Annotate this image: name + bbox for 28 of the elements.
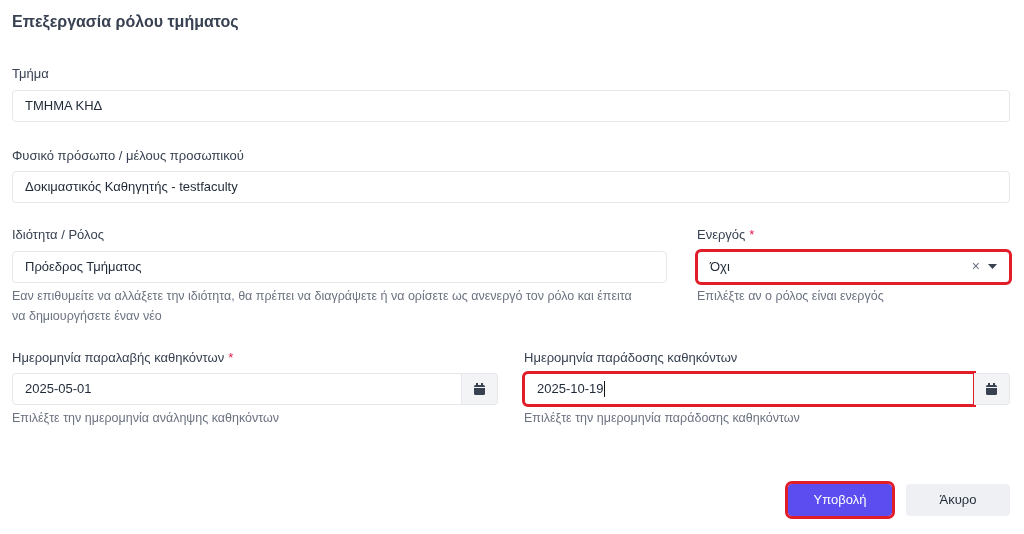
calendar-button[interactable] bbox=[974, 373, 1010, 405]
select-field[interactable]: Όχι × bbox=[697, 250, 1010, 283]
help-text: Επιλέξτε την ημερομηνία παράδοσης καθηκόντων bbox=[524, 410, 801, 427]
help-text: Επιλέξτε την ημερομηνία ανάληψης καθηκόντων bbox=[12, 410, 280, 427]
required-mark: * bbox=[749, 226, 755, 244]
help-text: Εαν επιθυμείτε να αλλάξετε την ιδιότητα, θα πρέπει να διαγράψετε ή να ορίσετε ως ανενεργό τον ρόλο και έπειτα να δημιουργήσετε έναν νέο bbox=[12, 287, 632, 325]
date-field[interactable]: 2025-10-19 bbox=[524, 373, 974, 405]
select-value: Όχι bbox=[710, 257, 730, 276]
field-label: Ενεργός bbox=[697, 226, 746, 244]
field-label: Ιδιότητα / Ρόλος bbox=[12, 226, 104, 244]
submit-button[interactable]: Υποβολή bbox=[788, 484, 892, 516]
required-mark: * bbox=[228, 348, 234, 367]
text-field[interactable]: ΤΜΗΜΑ ΚΗΔ bbox=[12, 89, 1010, 122]
field-label: Τμήμα bbox=[12, 65, 49, 83]
text-field[interactable]: Πρόεδρος Τμήματος bbox=[12, 250, 667, 283]
page-title: Επεξεργασία ρόλου τμήματος bbox=[12, 12, 240, 33]
field-label: Φυσικό πρόσωπο / μέλους προσωπικού bbox=[12, 146, 244, 165]
calendar-icon bbox=[474, 383, 485, 395]
date-field[interactable]: 2025-05-01 bbox=[12, 373, 462, 405]
help-text: Επιλέξτε αν ο ρόλος είναι ενεργός bbox=[697, 287, 885, 305]
calendar-icon bbox=[986, 383, 997, 395]
clear-button[interactable]: × bbox=[971, 256, 980, 277]
text-field[interactable]: Δοκιμαστικός Καθηγητής - testfaculty bbox=[12, 171, 1010, 203]
field-label: Ημερομηνία παραλαβής καθηκόντων bbox=[12, 348, 225, 367]
cancel-button[interactable]: Άκυρο bbox=[906, 484, 1010, 516]
calendar-button[interactable] bbox=[462, 373, 498, 405]
caret-icon[interactable] bbox=[988, 264, 997, 269]
field-label: Ημερομηνία παράδοσης καθηκόντων bbox=[524, 348, 738, 367]
